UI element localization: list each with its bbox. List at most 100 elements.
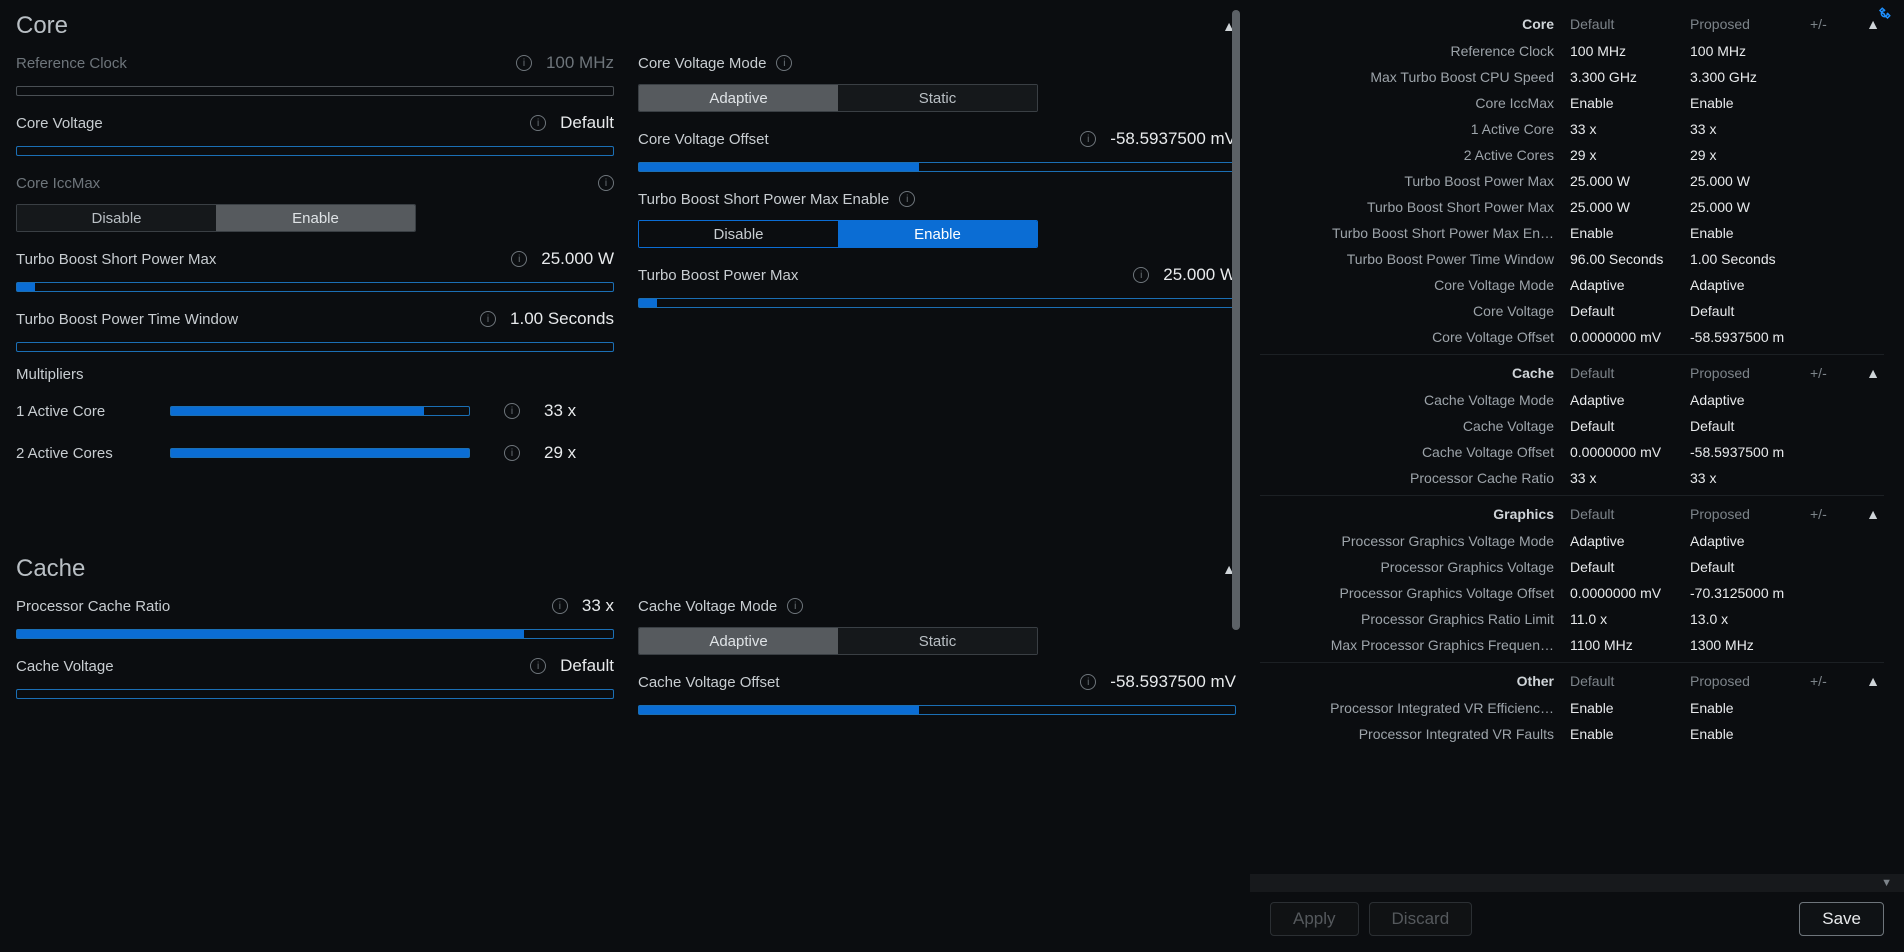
reference-clock-slider[interactable] [16, 86, 614, 96]
row-default: 25.000 W [1570, 199, 1690, 215]
summary-row: 2 Active Cores29 x29 x [1260, 142, 1884, 168]
adaptive-button[interactable]: Adaptive [639, 628, 838, 654]
info-icon[interactable]: i [552, 598, 568, 614]
row-label: 1 Active Core [1260, 121, 1570, 137]
row-default: Default [1570, 303, 1690, 319]
info-icon[interactable]: i [480, 311, 496, 327]
summary-row: Processor Integrated VR Efficienc…Enable… [1260, 695, 1884, 721]
row-default: 1100 MHz [1570, 637, 1690, 653]
section-core-header[interactable]: Core ▲ [16, 8, 1236, 50]
tb-short-power-max-slider[interactable] [16, 282, 614, 292]
reference-clock-label: Reference Clock [16, 55, 127, 72]
summary-group-header[interactable]: OtherDefaultProposed+/-▲ [1260, 667, 1884, 695]
row-proposed: Enable [1690, 95, 1870, 111]
mult-2-label: 2 Active Cores [16, 445, 146, 462]
summary-row: Max Turbo Boost CPU Speed3.300 GHz3.300 … [1260, 64, 1884, 90]
mult-1-value: 33 x [544, 401, 576, 421]
row-proposed: Adaptive [1690, 392, 1870, 408]
row-proposed: 3.300 GHz [1690, 69, 1870, 85]
reference-clock-value: 100 MHz [546, 53, 614, 73]
core-iccmax-toggle[interactable]: Disable Enable [16, 204, 416, 232]
row-label: Max Processor Graphics Frequen… [1260, 637, 1570, 653]
enable-button[interactable]: Enable [838, 221, 1037, 247]
row-proposed: Adaptive [1690, 277, 1870, 293]
row-proposed: Default [1690, 559, 1870, 575]
col-default: Default [1570, 16, 1690, 32]
col-default: Default [1570, 673, 1690, 689]
row-proposed: Default [1690, 303, 1870, 319]
cache-voltage-slider[interactable] [16, 689, 614, 699]
settings-scroll[interactable]: Core ▲ Reference Clock i 100 MHz [16, 8, 1236, 944]
adaptive-button[interactable]: Adaptive [639, 85, 838, 111]
enable-button[interactable]: Enable [216, 205, 415, 231]
info-icon[interactable]: i [899, 191, 915, 207]
summary-row: Core VoltageDefaultDefault [1260, 298, 1884, 324]
row-proposed: 25.000 W [1690, 173, 1870, 189]
chevron-up-icon[interactable]: ▲ [1850, 673, 1880, 689]
col-proposed: Proposed [1690, 16, 1810, 32]
tb-power-max-slider[interactable] [638, 298, 1236, 308]
wrench-icon[interactable] [1874, 6, 1892, 30]
core-voltage-mode-label: Core Voltage Mode [638, 55, 766, 72]
section-cache-header[interactable]: Cache ▲ [16, 551, 1236, 593]
chevron-up-icon[interactable]: ▲ [1850, 506, 1880, 522]
tb-power-max-value: 25.000 W [1163, 265, 1236, 285]
summary-group-header[interactable]: CoreDefaultProposed+/-▲ [1260, 10, 1884, 38]
summary-row: Turbo Boost Power Time Window96.00 Secon… [1260, 246, 1884, 272]
info-icon[interactable]: i [530, 658, 546, 674]
summary-row: Reference Clock100 MHz100 MHz [1260, 38, 1884, 64]
row-label: Cache Voltage [1260, 418, 1570, 434]
proc-cache-ratio-value: 33 x [582, 596, 614, 616]
scrollbar[interactable] [1232, 10, 1240, 630]
tb-power-time-window-slider[interactable] [16, 342, 614, 352]
tb-power-time-window-value: 1.00 Seconds [510, 309, 614, 329]
disable-button[interactable]: Disable [17, 205, 216, 231]
info-icon[interactable]: i [787, 598, 803, 614]
core-voltage-offset-slider[interactable] [638, 162, 1236, 172]
info-icon[interactable]: i [504, 445, 520, 461]
summary-row: Max Processor Graphics Frequen…1100 MHz1… [1260, 632, 1884, 658]
cache-voltage-mode-toggle[interactable]: Adaptive Static [638, 627, 1038, 655]
row-label: Processor Graphics Voltage Mode [1260, 533, 1570, 549]
row-default: 100 MHz [1570, 43, 1690, 59]
row-default: Default [1570, 559, 1690, 575]
info-icon[interactable]: i [598, 175, 614, 191]
expander-bar[interactable]: ▼ [1250, 874, 1904, 892]
info-icon[interactable]: i [511, 251, 527, 267]
apply-button[interactable]: Apply [1270, 902, 1359, 936]
row-proposed: Enable [1690, 225, 1870, 241]
info-icon[interactable]: i [1080, 674, 1096, 690]
summary-group-header[interactable]: GraphicsDefaultProposed+/-▲ [1260, 500, 1884, 528]
group-name: Core [1260, 16, 1570, 32]
info-icon[interactable]: i [516, 55, 532, 71]
disable-button[interactable]: Disable [639, 221, 838, 247]
tb-short-power-max-value: 25.000 W [541, 249, 614, 269]
row-default: Default [1570, 418, 1690, 434]
tb-short-power-max-enable-toggle[interactable]: Disable Enable [638, 220, 1038, 248]
info-icon[interactable]: i [1080, 131, 1096, 147]
row-label: Core IccMax [1260, 95, 1570, 111]
proc-cache-ratio-slider[interactable] [16, 629, 614, 639]
row-label: Core Voltage [1260, 303, 1570, 319]
tb-short-power-max-enable-label: Turbo Boost Short Power Max Enable [638, 191, 889, 208]
discard-button[interactable]: Discard [1369, 902, 1473, 936]
info-icon[interactable]: i [776, 55, 792, 71]
row-label: Core Voltage Mode [1260, 277, 1570, 293]
core-voltage-slider[interactable] [16, 146, 614, 156]
cache-voltage-offset-slider[interactable] [638, 705, 1236, 715]
info-icon[interactable]: i [1133, 267, 1149, 283]
summary-row: Turbo Boost Short Power Max25.000 W25.00… [1260, 194, 1884, 220]
info-icon[interactable]: i [530, 115, 546, 131]
mult-2-slider[interactable] [170, 448, 470, 458]
row-label: Turbo Boost Short Power Max [1260, 199, 1570, 215]
chevron-up-icon[interactable]: ▲ [1850, 365, 1880, 381]
static-button[interactable]: Static [838, 85, 1037, 111]
core-voltage-mode-toggle[interactable]: Adaptive Static [638, 84, 1038, 112]
group-name: Other [1260, 673, 1570, 689]
info-icon[interactable]: i [504, 403, 520, 419]
static-button[interactable]: Static [838, 628, 1037, 654]
save-button[interactable]: Save [1799, 902, 1884, 936]
summary-row: Processor Graphics Voltage ModeAdaptiveA… [1260, 528, 1884, 554]
summary-group-header[interactable]: CacheDefaultProposed+/-▲ [1260, 359, 1884, 387]
mult-1-slider[interactable] [170, 406, 470, 416]
